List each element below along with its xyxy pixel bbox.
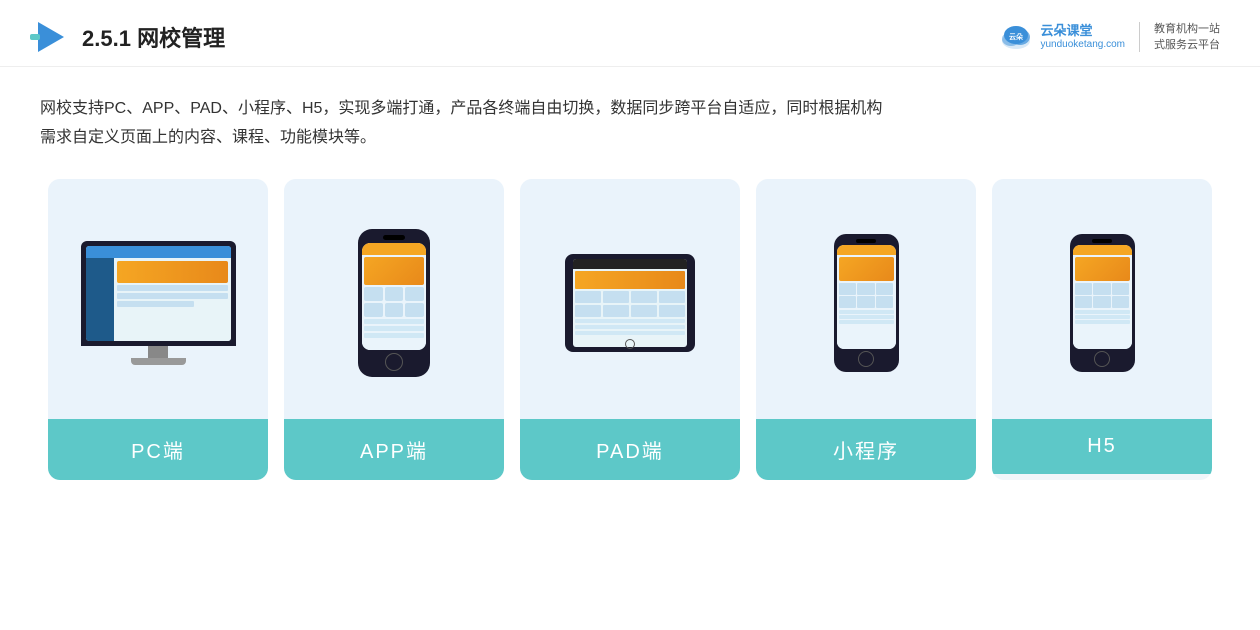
card-pc-device-area (48, 179, 268, 419)
play-icon (30, 18, 68, 56)
description-line2: 需求自定义页面上的内容、课程、功能模块等。 (40, 124, 1220, 153)
card-app-device-area (284, 179, 504, 419)
brand-domain: yunduoketang.com (1040, 39, 1125, 51)
phone-small-frame-miniapp (834, 234, 899, 372)
page-title: 2.5.1 网校管理 (82, 21, 225, 53)
card-app: APP端 (284, 179, 504, 480)
phone-small-home-miniapp (858, 351, 874, 367)
device-desktop (81, 241, 236, 365)
device-phone-miniapp (834, 234, 899, 372)
brand-divider (1139, 22, 1140, 52)
card-pc-label: PC端 (131, 441, 185, 463)
tablet-screen (573, 259, 687, 347)
cards-section: PC端 (0, 169, 1260, 500)
card-h5-label-area: H5 (992, 419, 1212, 474)
card-pc-label-area: PC端 (48, 419, 268, 480)
phone-small-home-h5 (1094, 351, 1110, 367)
description-line1: 网校支持PC、APP、PAD、小程序、H5，实现多端打通，产品各终端自由切换，数… (40, 95, 1220, 124)
phone-small-frame-h5 (1070, 234, 1135, 372)
header-right: 云朵 云朵课堂 yunduoketang.com 教育机构一站 式服务云平台 (998, 19, 1220, 55)
tablet-frame (565, 254, 695, 352)
description: 网校支持PC、APP、PAD、小程序、H5，实现多端打通，产品各终端自由切换，数… (0, 67, 1260, 169)
card-miniapp-label-area: 小程序 (756, 419, 976, 480)
header-left: 2.5.1 网校管理 (30, 18, 225, 56)
card-h5-label: H5 (1087, 435, 1117, 457)
brand-logo: 云朵 云朵课堂 yunduoketang.com (998, 19, 1125, 55)
phone-frame-app (358, 229, 430, 377)
card-pad: PAD端 (520, 179, 740, 480)
device-phone-app (358, 229, 430, 377)
card-app-label-area: APP端 (284, 419, 504, 480)
monitor-base (131, 358, 186, 365)
monitor-frame (81, 241, 236, 346)
phone-small-screen-h5 (1073, 245, 1132, 349)
phone-small-notch-miniapp (856, 239, 876, 243)
phone-home-btn-app (385, 353, 403, 371)
card-pc: PC端 (48, 179, 268, 480)
phone-small-screen-miniapp (837, 245, 896, 349)
card-h5: H5 (992, 179, 1212, 480)
device-phone-h5 (1070, 234, 1135, 372)
brand-name: 云朵课堂 (1040, 23, 1092, 39)
card-pad-device-area (520, 179, 740, 419)
phone-screen-app (362, 243, 426, 350)
brand-slogan: 教育机构一站 式服务云平台 (1154, 21, 1220, 54)
card-miniapp-device-area (756, 179, 976, 419)
monitor-neck (148, 346, 168, 358)
phone-small-notch-h5 (1092, 239, 1112, 243)
device-tablet (565, 254, 695, 352)
phone-notch-app (383, 235, 405, 240)
brand-text: 云朵课堂 yunduoketang.com (1040, 23, 1125, 51)
card-pad-label-area: PAD端 (520, 419, 740, 480)
svg-text:云朵: 云朵 (1009, 32, 1024, 41)
card-pad-label: PAD端 (596, 441, 664, 463)
header: 2.5.1 网校管理 云朵 云朵课堂 yunduoketang.com (0, 0, 1260, 67)
card-app-label: APP端 (360, 441, 428, 463)
page-container: 2.5.1 网校管理 云朵 云朵课堂 yunduoketang.com (0, 0, 1260, 630)
tablet-home-btn (625, 339, 635, 349)
brand-logo-icon: 云朵 (998, 19, 1034, 55)
card-h5-device-area (992, 179, 1212, 419)
monitor-screen (86, 246, 231, 341)
card-miniapp-label: 小程序 (833, 441, 899, 463)
card-miniapp: 小程序 (756, 179, 976, 480)
